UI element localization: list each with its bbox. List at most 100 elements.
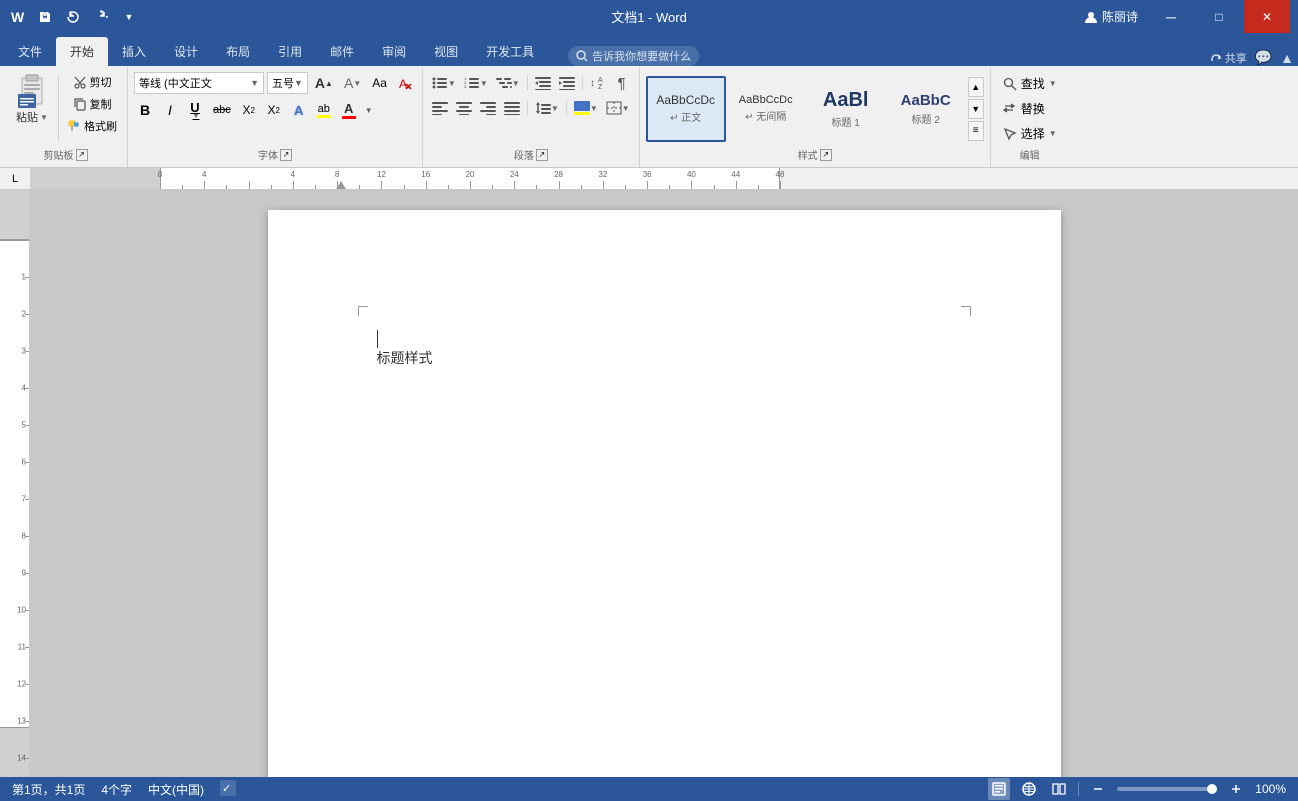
language: 中文(中国) bbox=[148, 781, 204, 798]
font-color-dropdown[interactable]: ▼ bbox=[363, 99, 375, 121]
multilevel-list-button[interactable]: ▼ bbox=[493, 72, 523, 94]
tab-design[interactable]: 设计 bbox=[160, 37, 212, 66]
tab-insert[interactable]: 插入 bbox=[108, 37, 160, 66]
style-nospace-preview: AaBbCcDc bbox=[739, 94, 793, 106]
comments-button[interactable]: 💬 bbox=[1255, 49, 1272, 66]
borders-button[interactable]: ▼ bbox=[603, 97, 633, 119]
shading-button[interactable]: ▼ bbox=[571, 97, 601, 119]
tab-mailings[interactable]: 邮件 bbox=[316, 37, 368, 66]
cut-button[interactable]: 剪切 bbox=[63, 72, 121, 92]
decrease-indent-button[interactable] bbox=[532, 72, 554, 94]
svg-text:3.: 3. bbox=[464, 84, 467, 89]
zoom-out-button[interactable] bbox=[1087, 778, 1109, 800]
increase-indent-button[interactable] bbox=[556, 72, 578, 94]
font-name-select[interactable]: 等线 (中文正文 ▼ bbox=[134, 72, 264, 94]
redo-qat-button[interactable] bbox=[90, 6, 112, 28]
superscript-button[interactable]: X2 bbox=[263, 99, 285, 121]
user-account[interactable]: 陈丽诗 bbox=[1076, 8, 1146, 25]
style-normal[interactable]: AaBbCcDc ↵ 正文 bbox=[646, 76, 726, 142]
clipboard-sub-buttons: 剪切 复制 格式刷 bbox=[63, 72, 121, 136]
tab-view[interactable]: 视图 bbox=[420, 37, 472, 66]
collapse-ribbon-button[interactable]: ▲ bbox=[1280, 50, 1294, 66]
vertical-ruler: 1234567891011121314 bbox=[0, 190, 30, 777]
share-button[interactable]: 共享 bbox=[1210, 50, 1247, 66]
minimize-button[interactable]: ─ bbox=[1148, 0, 1194, 33]
svg-text:Z: Z bbox=[598, 84, 603, 90]
justify-button[interactable] bbox=[501, 97, 523, 119]
align-center-button[interactable] bbox=[453, 97, 475, 119]
bullets-button[interactable]: ▼ bbox=[429, 72, 459, 94]
para-row-1: ▼ 1.2.3. ▼ ▼ bbox=[429, 72, 633, 94]
horizontal-ruler: 844812162024283236404448 bbox=[30, 168, 1298, 190]
strikethrough-button[interactable]: abc bbox=[209, 99, 235, 121]
zoom-level[interactable]: 100% bbox=[1255, 782, 1286, 796]
zoom-slider[interactable] bbox=[1117, 787, 1217, 791]
styles-label-row: 样式 ↗ bbox=[646, 145, 984, 167]
style-nospace-label: ↵ 无间隔 bbox=[745, 108, 786, 123]
copy-button[interactable]: 复制 bbox=[63, 94, 121, 114]
spell-check-icon: ✓ bbox=[220, 780, 236, 799]
format-painter-button[interactable]: 格式刷 bbox=[63, 116, 121, 136]
zoom-thumb[interactable] bbox=[1207, 784, 1217, 794]
sort-button[interactable]: ↕AZ bbox=[587, 72, 609, 94]
undo-qat-button[interactable] bbox=[62, 6, 84, 28]
replace-button[interactable]: 替换 bbox=[997, 97, 1051, 120]
bold-button[interactable]: B bbox=[134, 99, 156, 121]
text-effects-button[interactable]: A bbox=[288, 99, 310, 121]
find-button[interactable]: 查找 ▼ bbox=[997, 72, 1063, 95]
paragraph-expand[interactable]: ↗ bbox=[536, 149, 548, 161]
document-area[interactable]: 标题样式 bbox=[30, 190, 1298, 777]
styles-scroll-down[interactable]: ▼ bbox=[968, 99, 984, 119]
save-qat-button[interactable] bbox=[34, 6, 56, 28]
increase-font-size-button[interactable]: A▲ bbox=[311, 72, 337, 94]
styles-list: AaBbCcDc ↵ 正文 AaBbCcDc ↵ 无间隔 AaBl 标题 1 bbox=[646, 76, 966, 142]
document-page[interactable]: 标题样式 bbox=[268, 210, 1061, 777]
main-area: 1234567891011121314 标题样式 bbox=[0, 190, 1298, 777]
style-heading1[interactable]: AaBl 标题 1 bbox=[806, 76, 886, 142]
font-expand[interactable]: ↗ bbox=[280, 149, 292, 161]
word-app-icon: W bbox=[8, 7, 28, 27]
numbering-button[interactable]: 1.2.3. ▼ bbox=[461, 72, 491, 94]
styles-expand[interactable]: ↗ bbox=[820, 149, 832, 161]
clear-format-button[interactable]: A bbox=[394, 72, 416, 94]
tab-references[interactable]: 引用 bbox=[264, 37, 316, 66]
tab-home[interactable]: 开始 bbox=[56, 37, 108, 66]
clipboard-expand[interactable]: ↗ bbox=[76, 149, 88, 161]
customize-qat-button[interactable]: ▼ bbox=[118, 6, 140, 28]
change-case-button[interactable]: Aa bbox=[368, 72, 391, 94]
highlight-color-button[interactable]: ab bbox=[313, 99, 335, 121]
read-view-button[interactable] bbox=[1048, 778, 1070, 800]
font-size-select[interactable]: 五号 ▼ bbox=[267, 72, 308, 94]
tab-stop-marker[interactable] bbox=[336, 181, 346, 189]
decrease-font-size-button[interactable]: A▼ bbox=[340, 72, 365, 94]
tab-file[interactable]: 文件 bbox=[4, 37, 56, 66]
tab-review[interactable]: 审阅 bbox=[368, 37, 420, 66]
tell-me-box[interactable]: 告诉我你想要做什么 bbox=[568, 46, 699, 66]
restore-button[interactable]: □ bbox=[1196, 0, 1242, 33]
ruler-l-button[interactable]: L bbox=[0, 168, 30, 189]
paste-button[interactable]: 粘贴 ▼ bbox=[10, 72, 54, 129]
styles-more-button[interactable]: ≡ bbox=[968, 121, 984, 141]
italic-button[interactable]: I bbox=[159, 99, 181, 121]
style-nospace[interactable]: AaBbCcDc ↵ 无间隔 bbox=[726, 76, 806, 142]
print-view-button[interactable] bbox=[988, 778, 1010, 800]
line-spacing-button[interactable]: ▼ bbox=[532, 97, 562, 119]
styles-scroll-up[interactable]: ▲ bbox=[968, 77, 984, 97]
close-button[interactable]: ✕ bbox=[1244, 0, 1290, 33]
tab-layout[interactable]: 布局 bbox=[212, 37, 264, 66]
select-button[interactable]: 选择 ▼ bbox=[997, 122, 1063, 145]
ruler-area: L 844812162024283236404448 bbox=[0, 168, 1298, 190]
ribbon: 文件 开始 插入 设计 布局 引用 邮件 审阅 视图 开发工具 告诉我你想要做什… bbox=[0, 33, 1298, 168]
tab-developer[interactable]: 开发工具 bbox=[472, 37, 548, 66]
show-marks-button[interactable]: ¶ bbox=[611, 72, 633, 94]
align-right-button[interactable] bbox=[477, 97, 499, 119]
subscript-button[interactable]: X2 bbox=[238, 99, 260, 121]
web-view-button[interactable] bbox=[1018, 778, 1040, 800]
word-count: 4个字 bbox=[101, 781, 132, 798]
zoom-in-button[interactable] bbox=[1225, 778, 1247, 800]
underline-button[interactable]: U ▼ bbox=[184, 99, 206, 121]
align-left-button[interactable] bbox=[429, 97, 451, 119]
style-heading2[interactable]: AaBbC 标题 2 bbox=[886, 76, 966, 142]
font-color-button[interactable]: A bbox=[338, 99, 360, 121]
status-separator bbox=[1078, 782, 1079, 796]
